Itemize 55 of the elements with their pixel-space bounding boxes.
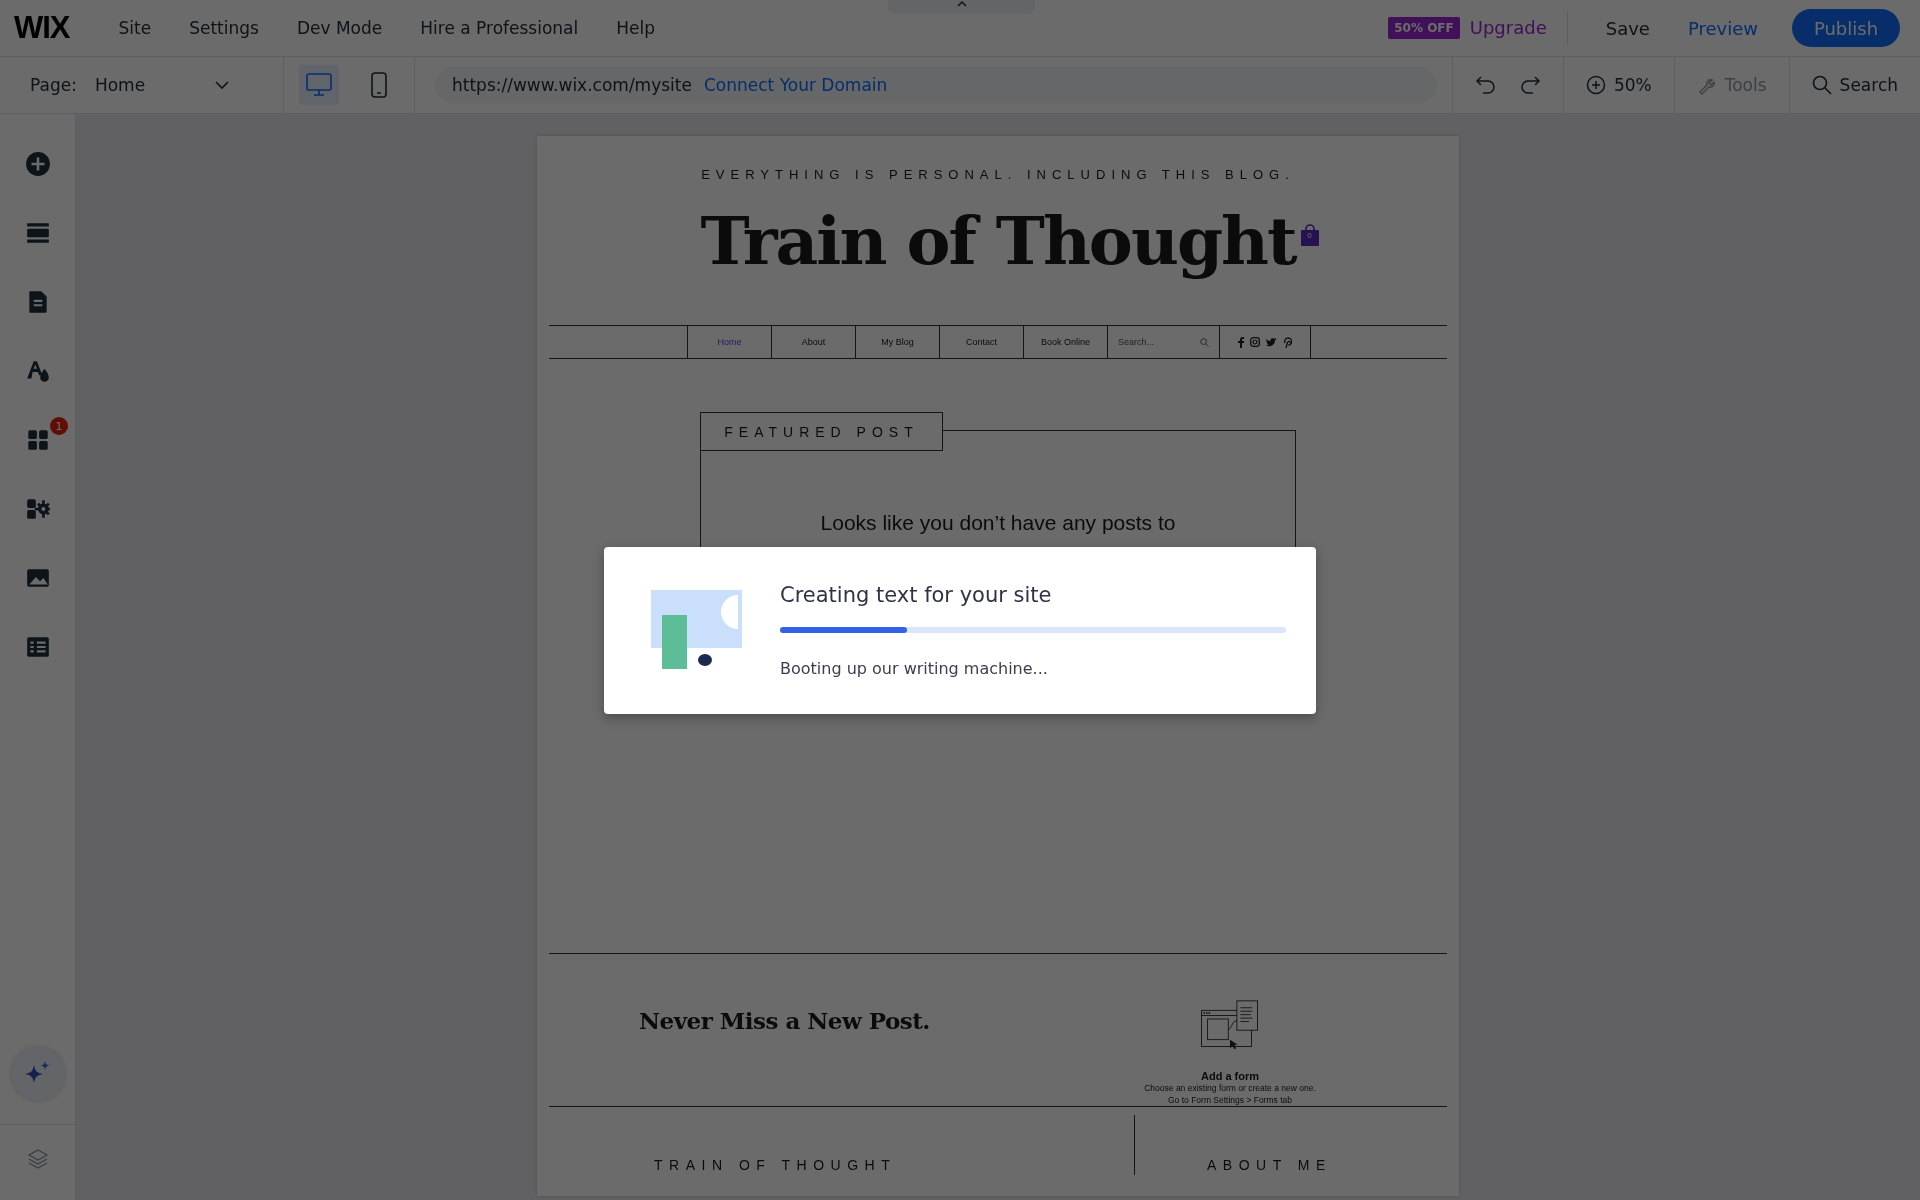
menu-item[interactable]: Site — [99, 18, 171, 38]
ai-assistant-button[interactable] — [11, 1048, 64, 1100]
add-icon[interactable] — [24, 151, 51, 177]
connect-domain-link[interactable]: Connect Your Domain — [703, 75, 888, 95]
redo-icon[interactable] — [1518, 75, 1541, 95]
table-icon[interactable] — [24, 634, 51, 660]
social-icon[interactable] — [1250, 337, 1260, 347]
social-icon[interactable] — [1238, 336, 1244, 348]
menu-item[interactable]: Hire a Professional — [401, 18, 598, 38]
empty-posts-message: Looks like you don’t have any posts to — [819, 511, 1177, 535]
save-button[interactable]: Save — [1567, 17, 1688, 39]
dialog-title: Creating text for your site — [780, 583, 1053, 607]
sections-icon[interactable] — [24, 220, 51, 246]
menu-item[interactable]: Help — [597, 18, 675, 38]
subscribe-heading: Never Miss a New Post. — [639, 1007, 931, 1034]
zoom-button[interactable]: 50% — [1563, 75, 1674, 95]
zoom-in-icon — [1585, 75, 1606, 95]
form-placeholder-hint: Go to Form Settings > Forms tab — [1168, 1094, 1292, 1106]
desktop-view-button[interactable] — [299, 65, 339, 105]
font-drop-icon[interactable] — [24, 358, 51, 384]
form-placeholder-title: Add a form — [1200, 1070, 1260, 1082]
site-title: Train of Thought — [700, 202, 1296, 280]
site-nav-item[interactable]: Book Online — [1023, 326, 1107, 358]
search-icon — [1811, 75, 1832, 95]
site-nav-item[interactable]: Home — [687, 326, 771, 358]
undo-icon[interactable] — [1474, 75, 1497, 95]
puzzle-gear-icon[interactable] — [24, 496, 51, 522]
site-nav-item[interactable]: My Blog — [855, 326, 939, 358]
sale-badge: 50% OFF — [1388, 17, 1460, 39]
menu-item[interactable]: Settings — [170, 18, 278, 38]
publish-button[interactable]: Publish — [1792, 9, 1900, 47]
footer-heading: TRAIN OF THOUGHT — [654, 1157, 897, 1173]
upgrade-link[interactable]: Upgrade — [1469, 11, 1568, 45]
page-label: Page: — [30, 75, 77, 95]
footer-heading: ABOUT ME — [1207, 1157, 1332, 1173]
phone-icon — [371, 72, 387, 98]
menu-item[interactable]: Dev Mode — [277, 18, 402, 38]
logo[interactable]: WIX — [14, 10, 70, 46]
notification-badge: 1 — [50, 417, 68, 435]
bird-icon[interactable] — [1266, 337, 1277, 347]
progress-message: Booting up our writing machine... — [780, 659, 1049, 678]
search-icon[interactable] — [1200, 337, 1209, 347]
search-button[interactable]: Search — [1789, 75, 1920, 95]
form-placeholder-hint: Choose an existing form or create a new one. — [1144, 1082, 1316, 1094]
featured-post-label: FEATURED POST — [700, 412, 943, 451]
site-nav-item[interactable]: Contact — [939, 326, 1023, 358]
page-dropdown[interactable]: Home — [94, 75, 215, 95]
url-field[interactable]: https://www.wix.com/mysite Connect Your Domain — [435, 67, 1437, 103]
chevron-up-icon — [956, 0, 967, 8]
social-icon[interactable] — [1283, 336, 1292, 348]
chevron-down-icon[interactable] — [214, 80, 229, 90]
preview-button[interactable]: Preview — [1687, 17, 1792, 39]
site-tagline: EVERYTHING IS PERSONAL. INCLUDING THIS BLOG. — [701, 167, 1295, 182]
monitor-icon — [306, 73, 332, 97]
site-nav-item[interactable]: About — [771, 326, 855, 358]
